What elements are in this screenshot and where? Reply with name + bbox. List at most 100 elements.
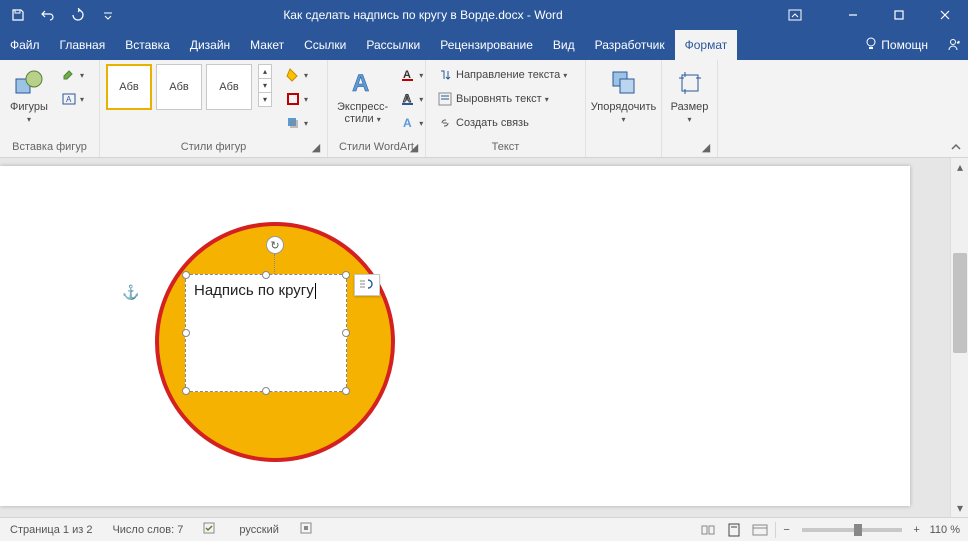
- undo-icon[interactable]: [36, 3, 60, 27]
- window-controls: [830, 0, 968, 30]
- arrange-button[interactable]: Упорядочить▾: [589, 64, 659, 136]
- tab-format[interactable]: Формат: [675, 30, 738, 60]
- quick-access-toolbar: [0, 3, 126, 27]
- tab-review[interactable]: Рецензирование: [430, 30, 543, 60]
- macro-recording-status[interactable]: [289, 518, 323, 542]
- close-button[interactable]: [922, 0, 968, 30]
- resize-handle-n[interactable]: [262, 271, 270, 279]
- tab-file[interactable]: Файл: [0, 30, 50, 60]
- textbox-content[interactable]: Надпись по кругу: [186, 275, 346, 307]
- shape-style-2[interactable]: Абв: [156, 64, 202, 110]
- resize-handle-nw[interactable]: [182, 271, 190, 279]
- size-dialog-launcher[interactable]: ◢: [699, 141, 713, 155]
- spellcheck-status[interactable]: [193, 518, 229, 542]
- textbox-shape[interactable]: Надпись по кругу: [185, 274, 347, 392]
- page[interactable]: ⚓ ↻ Надпись по кругу: [0, 166, 910, 506]
- shape-effects-button[interactable]: ▾: [280, 112, 313, 134]
- tab-home[interactable]: Главная: [50, 30, 116, 60]
- lightbulb-icon: [865, 37, 877, 54]
- size-button[interactable]: Размер▾: [668, 64, 712, 136]
- shape-fill-button[interactable]: ▾: [280, 64, 313, 86]
- resize-handle-ne[interactable]: [342, 271, 350, 279]
- share-button[interactable]: [938, 30, 968, 60]
- vertical-scrollbar[interactable]: ▴ ▾: [950, 158, 968, 517]
- shape-style-1[interactable]: Абв: [106, 64, 152, 110]
- group-insert-shapes: Фигуры▾ ▾ A▾ Вставка фигур: [0, 60, 100, 157]
- align-text-button[interactable]: Выровнять текст ▾: [432, 88, 579, 110]
- resize-handle-e[interactable]: [342, 329, 350, 337]
- svg-text:A: A: [352, 70, 369, 97]
- tab-references[interactable]: Ссылки: [294, 30, 356, 60]
- wordart-dialog-launcher[interactable]: ◢: [407, 141, 421, 155]
- shapes-button[interactable]: Фигуры▾: [6, 64, 52, 136]
- text-fill-button[interactable]: A▾: [395, 64, 428, 86]
- group-label-text: Текст: [432, 139, 579, 155]
- tell-me-button[interactable]: Помощн: [855, 30, 938, 60]
- resize-handle-w[interactable]: [182, 329, 190, 337]
- text-cursor: [315, 283, 316, 299]
- shape-style-3[interactable]: Абв: [206, 64, 252, 110]
- collapse-ribbon-icon[interactable]: [944, 141, 968, 157]
- scroll-up-icon[interactable]: ▴: [951, 158, 968, 176]
- text-direction-label: Направление текста: [456, 69, 560, 81]
- shape-styles-dialog-launcher[interactable]: ◢: [309, 141, 323, 155]
- text-effects-button[interactable]: A▾: [395, 112, 428, 134]
- edit-shape-button[interactable]: ▾: [56, 64, 89, 86]
- zoom-slider[interactable]: [802, 528, 902, 532]
- gallery-down-icon[interactable]: ▾: [258, 78, 272, 93]
- minimize-button[interactable]: [830, 0, 876, 30]
- qat-customize-icon[interactable]: [96, 3, 120, 27]
- create-link-button[interactable]: Создать связь: [432, 112, 579, 134]
- tab-design[interactable]: Дизайн: [180, 30, 240, 60]
- gallery-more-icon[interactable]: ▾: [258, 92, 272, 107]
- draw-textbox-button[interactable]: A▾: [56, 88, 89, 110]
- zoom-out-button[interactable]: −: [778, 524, 796, 536]
- redo-icon[interactable]: [66, 3, 90, 27]
- arrange-icon: [608, 67, 640, 99]
- language-status[interactable]: русский: [229, 518, 288, 542]
- tab-view[interactable]: Вид: [543, 30, 585, 60]
- status-bar: Страница 1 из 2 Число слов: 7 русский − …: [0, 517, 968, 541]
- word-count-status[interactable]: Число слов: 7: [102, 518, 193, 542]
- align-text-label: Выровнять текст: [456, 93, 542, 105]
- group-label-shape-styles: Стили фигур: [181, 141, 246, 153]
- text-outline-icon: A: [400, 91, 416, 107]
- print-layout-button[interactable]: [721, 518, 747, 542]
- scroll-thumb[interactable]: [953, 253, 967, 353]
- maximize-button[interactable]: [876, 0, 922, 30]
- align-text-icon: [437, 91, 453, 107]
- svg-text:A: A: [403, 116, 412, 130]
- edit-shape-icon: [61, 67, 77, 83]
- svg-text:A: A: [66, 95, 72, 104]
- resize-handle-s[interactable]: [262, 387, 270, 395]
- text-outline-button[interactable]: A▾: [395, 88, 428, 110]
- ribbon-display-options-icon[interactable]: [780, 0, 810, 30]
- window-title: Как сделать надпись по кругу в Ворде.doc…: [126, 8, 780, 22]
- shape-style-gallery[interactable]: Абв Абв Абв ▴ ▾ ▾: [106, 64, 272, 110]
- shape-outline-button[interactable]: ▾: [280, 88, 313, 110]
- web-layout-button[interactable]: [747, 518, 773, 542]
- rotate-handle[interactable]: ↻: [266, 236, 284, 254]
- resize-handle-sw[interactable]: [182, 387, 190, 395]
- save-icon[interactable]: [6, 3, 30, 27]
- layout-options-button[interactable]: [354, 274, 380, 296]
- group-label-insert-shapes: Вставка фигур: [6, 139, 93, 155]
- tab-mailings[interactable]: Рассылки: [356, 30, 430, 60]
- zoom-slider-thumb[interactable]: [854, 524, 862, 536]
- text-direction-button[interactable]: Направление текста ▾: [432, 64, 579, 86]
- scroll-down-icon[interactable]: ▾: [951, 499, 968, 517]
- tab-insert[interactable]: Вставка: [115, 30, 180, 60]
- zoom-level[interactable]: 110 %: [926, 518, 968, 542]
- page-number-status[interactable]: Страница 1 из 2: [0, 518, 102, 542]
- gallery-up-icon[interactable]: ▴: [258, 64, 272, 79]
- tab-developer[interactable]: Разработчик: [585, 30, 675, 60]
- quick-styles-button[interactable]: A Экспресс- стили ▾: [334, 64, 391, 136]
- resize-handle-se[interactable]: [342, 387, 350, 395]
- read-mode-button[interactable]: [695, 518, 721, 542]
- document-area: ⚓ ↻ Надпись по кругу ▴ ▾: [0, 158, 968, 517]
- group-text: Направление текста ▾ Выровнять текст ▾ С…: [426, 60, 586, 157]
- spellcheck-icon: [203, 521, 219, 538]
- zoom-in-button[interactable]: +: [908, 524, 926, 536]
- tab-layout[interactable]: Макет: [240, 30, 294, 60]
- wordart-icon: A: [347, 67, 379, 99]
